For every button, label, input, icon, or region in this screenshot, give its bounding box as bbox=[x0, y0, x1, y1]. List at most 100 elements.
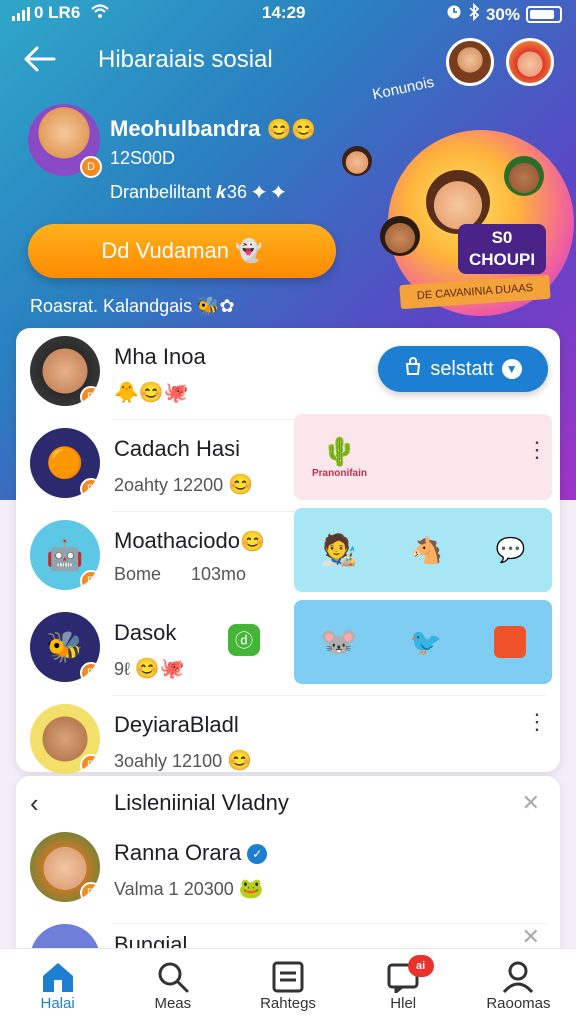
profile-avatar-wrap[interactable]: D bbox=[28, 104, 102, 178]
more-options-icon[interactable]: ⋮ bbox=[526, 710, 548, 734]
emoji-row-icon: 🐥😊🐙 bbox=[114, 382, 189, 404]
contacts-card: D Mha Inoa 🐥😊🐙 selstatt ▼ 🟠 D Cadach Hasi… bbox=[16, 328, 560, 774]
bee-icon: 🐝 bbox=[46, 630, 84, 664]
avatar-badge-icon: D bbox=[80, 754, 100, 774]
group-label-line1: S0 bbox=[491, 228, 513, 247]
contact-sub: 2oahty 12200 😊 bbox=[114, 474, 254, 496]
contact-sub: Valma 1 20300 🐸 bbox=[114, 878, 264, 900]
group-label: S0 CHOUPI bbox=[458, 224, 546, 274]
profile-description: Dranbeliltant 𝒌36 ✦ ✦ bbox=[110, 182, 286, 202]
tab-label: Hlel bbox=[390, 995, 417, 1012]
tab-label: Meas bbox=[154, 995, 192, 1012]
contact-row[interactable]: 🐝 D Dasok 9ℓ 😊🐙 ⓓ 🐭 🐦 bbox=[16, 600, 560, 696]
contact-row[interactable]: 🟠 D Cadach Hasi 2oahty 12200 😊 🌵 Pranonifa… bbox=[16, 414, 560, 512]
illustration-kid-right bbox=[504, 156, 544, 196]
more-options-icon[interactable]: ⋮ bbox=[526, 438, 548, 462]
contact-name: DeyiaraBladl bbox=[114, 712, 239, 737]
contact-row[interactable]: D Ranna Orara ✓ Valma 1 20300 🐸 bbox=[16, 824, 560, 924]
avatar-badge-icon: D bbox=[80, 662, 100, 682]
mouse-icon: 🐭 bbox=[320, 625, 358, 659]
search-icon bbox=[156, 959, 190, 995]
list-icon bbox=[272, 959, 304, 995]
contact-sub: 3oahly 12100 😊 bbox=[114, 750, 253, 772]
tab-label: Halai bbox=[40, 995, 75, 1012]
status-right: 30% bbox=[446, 2, 562, 26]
chevron-left-icon[interactable]: ‹ bbox=[30, 788, 39, 819]
bottom-tab-bar: Halai Meas Rahtegs ai Hlel Raoomas bbox=[0, 948, 576, 1024]
avatar-badge-icon: D bbox=[80, 386, 100, 406]
contact-name: Mha Inoa bbox=[114, 344, 206, 369]
contact-avatar: D bbox=[30, 336, 100, 406]
notification-badge: ai bbox=[407, 955, 434, 977]
contact-avatar bbox=[30, 924, 100, 948]
tab-home[interactable]: Halai bbox=[0, 949, 115, 1024]
tile-sticker: 🌵 Pranonifain bbox=[312, 435, 367, 479]
close-icon[interactable]: ✕ bbox=[522, 924, 540, 948]
tab-profile[interactable]: Raoomas bbox=[461, 949, 576, 1024]
contact-name: Cadach Hasi bbox=[114, 436, 240, 461]
sticker-badge-icon: ⓓ bbox=[228, 624, 260, 656]
media-tile[interactable]: 🐭 🐦 bbox=[294, 600, 552, 684]
tile-label: Pranonifain bbox=[312, 468, 368, 479]
contact-row[interactable]: 🤖 D Moathaciodo😊 Bome 103mo 🧑‍🎨 🐴 💬 bbox=[16, 508, 560, 604]
contact-avatar: D bbox=[30, 704, 100, 774]
profile-icon bbox=[501, 959, 535, 995]
contact-row[interactable]: Bungial ✕ bbox=[16, 916, 560, 948]
contact-row[interactable]: D DeyiaraBladl 3oahly 12100 😊 ⋮ bbox=[16, 696, 560, 788]
contact-name: Dasok bbox=[114, 620, 177, 645]
tab-label: Raoomas bbox=[486, 995, 551, 1012]
chevron-down-icon: ▼ bbox=[501, 359, 522, 379]
close-icon[interactable]: ✕ bbox=[522, 790, 540, 816]
contact-name: Bungial bbox=[114, 932, 188, 948]
back-arrow-icon[interactable] bbox=[22, 44, 62, 80]
bluetooth-icon bbox=[468, 2, 480, 26]
character-icon: 🧑‍🎨 bbox=[320, 533, 358, 567]
alarm-icon bbox=[446, 4, 462, 25]
contact-avatar: D bbox=[30, 832, 100, 902]
home-icon bbox=[40, 959, 76, 995]
smile-emoji-icon: 😊 bbox=[239, 531, 265, 553]
avatar-badge-icon: D bbox=[80, 156, 102, 178]
hint-text: Roasrat. Kalandgais 🐝✿ bbox=[30, 296, 235, 316]
status-time: 14:29 bbox=[262, 3, 306, 22]
emoji-row-icon: 😊🐙 bbox=[134, 658, 185, 680]
illustration-banner: Konunois bbox=[370, 73, 436, 104]
tab-label: Rahtegs bbox=[260, 995, 316, 1012]
contact-emojis: 🐥😊🐙 bbox=[114, 380, 189, 405]
select-button-label: selstatt bbox=[430, 357, 494, 380]
contact-avatar: 🐝 D bbox=[30, 612, 100, 682]
group-label-line2: CHOUPI bbox=[468, 250, 536, 269]
contact-name: Ranna Orara ✓ bbox=[114, 840, 268, 866]
primary-action-button[interactable]: Dd Vudaman 👻 bbox=[28, 224, 336, 278]
verified-icon: ✓ bbox=[247, 844, 268, 865]
tab-chat[interactable]: ai Hlel bbox=[346, 949, 461, 1024]
contact-avatar: 🤖 D bbox=[30, 520, 100, 590]
battery-icon bbox=[526, 6, 562, 23]
chat-bubble-icon: 💬 bbox=[495, 536, 526, 564]
frog-icon: 🐸 bbox=[238, 878, 264, 900]
illustration-kid-jump bbox=[342, 146, 372, 176]
contact-sub: Bome 103mo bbox=[114, 564, 247, 584]
select-button[interactable]: selstatt ▼ bbox=[378, 346, 548, 392]
ghost-icon: 👻 bbox=[235, 238, 263, 263]
bird-icon: 🐦 bbox=[409, 626, 442, 657]
avatar-badge-icon: D bbox=[80, 570, 100, 590]
section-title: Lisleniinial Vladny bbox=[114, 790, 289, 815]
smile-emoji-icon: 😊 bbox=[228, 474, 254, 496]
tab-search[interactable]: Meas bbox=[115, 949, 230, 1024]
contact-sub: 9ℓ 😊🐙 bbox=[114, 658, 185, 680]
media-tile[interactable]: 🧑‍🎨 🐴 💬 bbox=[294, 508, 552, 592]
media-tile[interactable]: 🌵 Pranonifain bbox=[294, 414, 552, 500]
contact-name: Moathaciodo😊 bbox=[114, 528, 265, 553]
carrier-area: 0 LR6 bbox=[12, 3, 109, 23]
horse-icon: 🐴 bbox=[410, 534, 443, 565]
page-title: Hibaraiais sosial bbox=[98, 46, 273, 73]
tab-list[interactable]: Rahtegs bbox=[230, 949, 345, 1024]
signal-icon bbox=[12, 6, 30, 21]
contact-row[interactable]: D Mha Inoa 🐥😊🐙 selstatt ▼ bbox=[16, 328, 560, 420]
avatar-badge-icon: D bbox=[80, 478, 100, 498]
section-card: ‹ Lisleniinial Vladny ✕ D Ranna Orara ✓ … bbox=[16, 776, 560, 948]
sparkle-icon: 🐝✿ bbox=[197, 296, 235, 316]
battery-percent: 30% bbox=[485, 4, 520, 24]
avatar-badge-icon: D bbox=[80, 882, 100, 902]
